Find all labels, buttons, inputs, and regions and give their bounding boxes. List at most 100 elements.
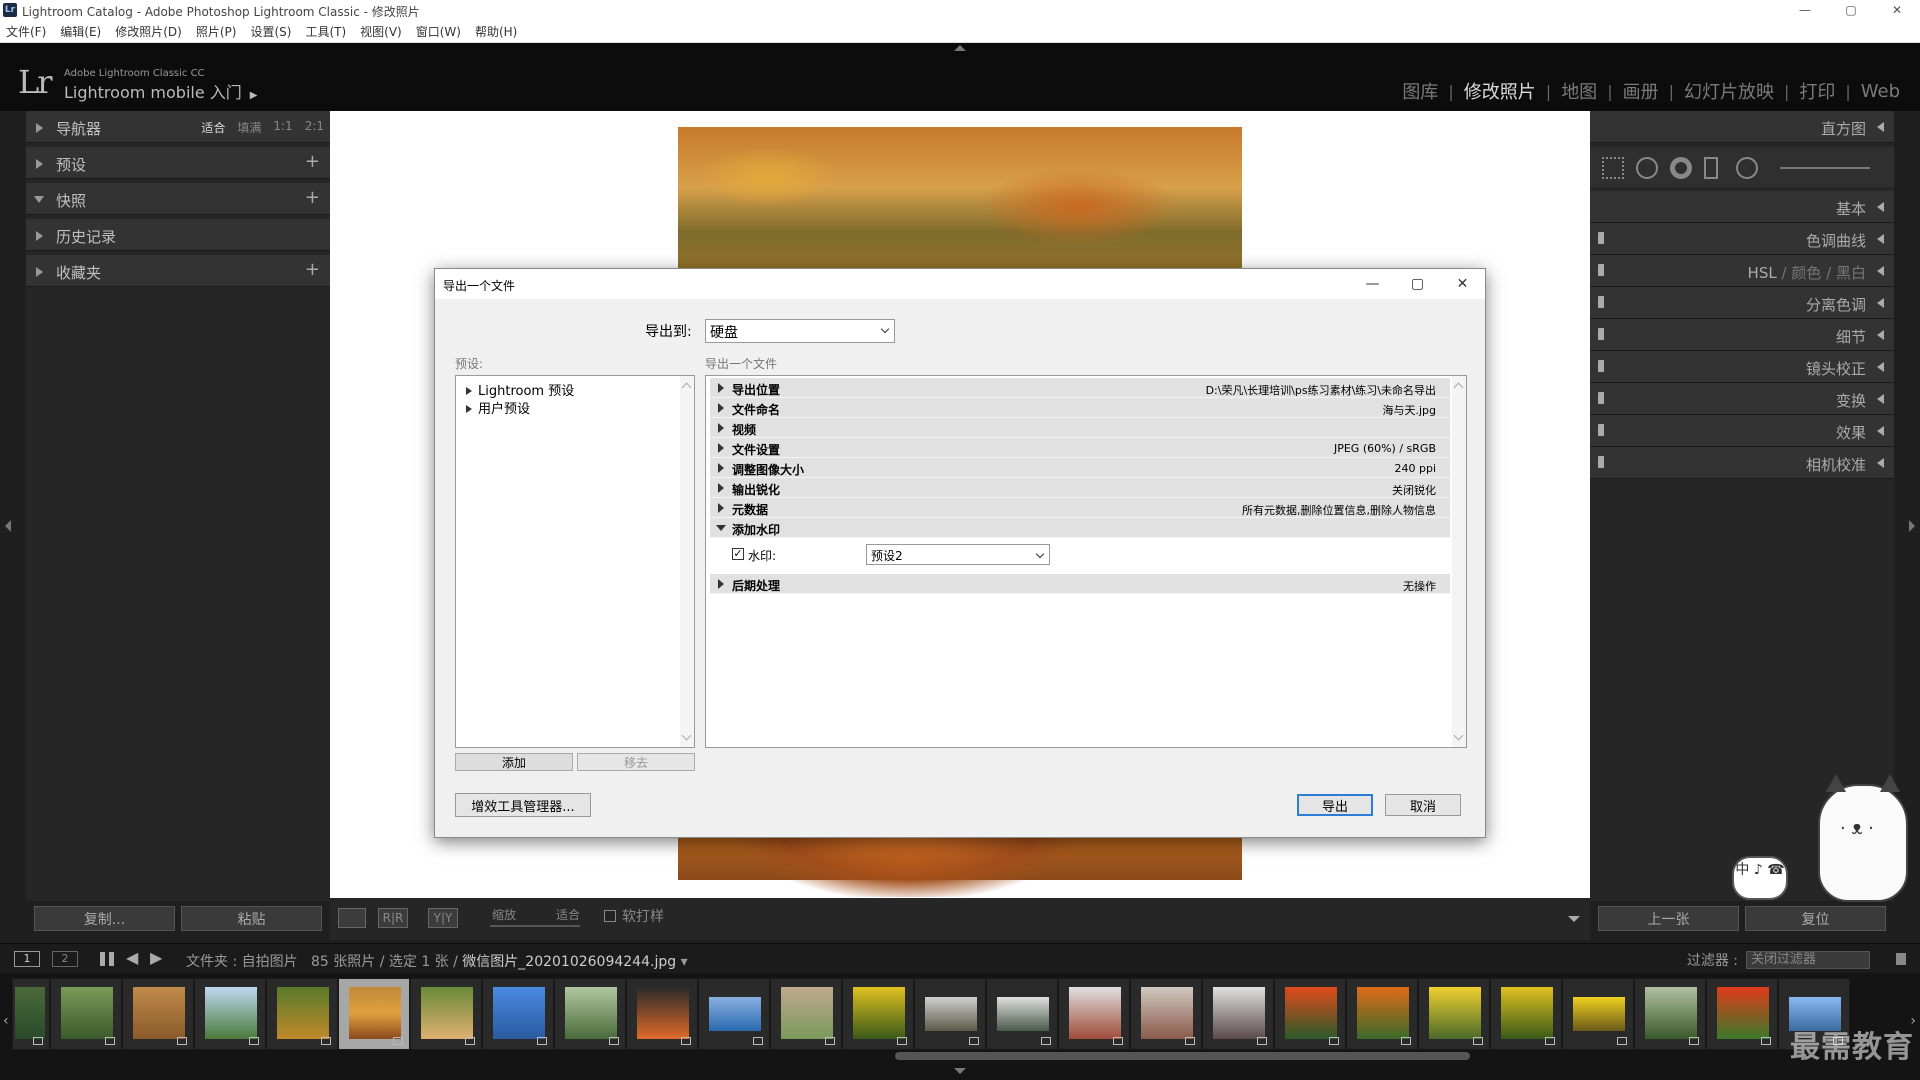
thumbnail[interactable] <box>266 978 338 1050</box>
thumbnail[interactable] <box>1274 978 1346 1050</box>
histogram-header[interactable]: 直方图 <box>1590 111 1894 143</box>
scroll-down-icon[interactable] <box>1453 730 1464 741</box>
menu-help[interactable]: 帮助(H) <box>475 21 517 42</box>
cancel-button[interactable]: 取消 <box>1385 794 1461 816</box>
grid-view-icon[interactable] <box>100 952 114 966</box>
zoom-1-1[interactable]: 1:1 <box>273 119 292 136</box>
section-post-processing[interactable]: 后期处理 无操作 <box>710 574 1450 594</box>
menu-file[interactable]: 文件(F) <box>6 21 46 42</box>
export-to-select[interactable]: 硬盘 <box>705 319 895 343</box>
menu-tools[interactable]: 工具(T) <box>305 21 346 42</box>
previous-button[interactable]: 上一张 <box>1598 906 1739 931</box>
export-button[interactable]: 导出 <box>1297 794 1373 816</box>
snapshots-header[interactable]: 快照 + <box>26 183 330 215</box>
hsl-tab[interactable]: HSL <box>1748 264 1777 282</box>
remove-preset-button[interactable]: 移去 <box>577 753 695 771</box>
before-after-tb-icon[interactable]: Y|Y <box>428 908 458 928</box>
add-preset-button[interactable]: 添加 <box>455 753 573 771</box>
filter-lock-icon[interactable] <box>1896 953 1906 965</box>
loupe-view-icon[interactable] <box>338 908 366 928</box>
close-icon[interactable]: ✕ <box>1440 269 1485 299</box>
radial-filter-icon[interactable] <box>1736 157 1758 179</box>
history-header[interactable]: 历史记录 <box>26 219 330 251</box>
paste-button[interactable]: 粘贴 <box>181 906 322 931</box>
thumbnail[interactable] <box>1490 978 1562 1050</box>
minimize-icon[interactable]: — <box>1782 0 1828 21</box>
main-screen-button[interactable]: 1 <box>14 951 40 967</box>
thumbnail[interactable] <box>698 978 770 1050</box>
thumbnail[interactable] <box>410 978 482 1050</box>
copy-button[interactable]: 复制... <box>34 906 175 931</box>
calibration-header[interactable]: 相机校准 <box>1590 447 1894 479</box>
preset-item-user[interactable]: 用户预设 <box>466 398 530 417</box>
thumbnail[interactable] <box>1130 978 1202 1050</box>
red-eye-icon[interactable] <box>1670 157 1692 179</box>
panel-switch[interactable] <box>1598 264 1604 276</box>
color-tab[interactable]: 颜色 <box>1791 264 1821 282</box>
thumbnail[interactable] <box>554 978 626 1050</box>
detail-header[interactable]: 细节 <box>1590 319 1894 351</box>
collections-header[interactable]: 收藏夹 + <box>26 255 330 287</box>
filmstrip-left-icon[interactable]: ‹ <box>3 1013 9 1029</box>
before-after-lr-icon[interactable]: R|R <box>378 908 408 928</box>
navigator-header[interactable]: 导航器 适合 填满 1:1 2:1 <box>26 111 330 143</box>
mobile-link[interactable]: Lightroom mobile 入门 ▶ <box>64 79 257 103</box>
reset-button[interactable]: 复位 <box>1745 906 1886 931</box>
add-snapshot-icon[interactable]: + <box>305 187 320 208</box>
section-watermark[interactable]: 添加水印 <box>710 518 1450 538</box>
menu-edit[interactable]: 编辑(E) <box>60 21 101 42</box>
panel-switch[interactable] <box>1598 232 1604 244</box>
zoom-slider[interactable] <box>490 925 580 927</box>
effects-header[interactable]: 效果 <box>1590 415 1894 447</box>
bw-tab[interactable]: 黑白 <box>1836 264 1866 282</box>
thumbnail[interactable] <box>482 978 554 1050</box>
thumbnail[interactable] <box>1202 978 1274 1050</box>
back-arrow-icon[interactable]: ◀ <box>126 948 138 967</box>
hsl-header[interactable]: HSL / 颜色 / 黑白 <box>1590 255 1894 287</box>
thumbnail[interactable] <box>842 978 914 1050</box>
spot-removal-icon[interactable] <box>1636 157 1658 179</box>
filmstrip-scrollbar[interactable] <box>895 1052 1470 1060</box>
graduated-filter-icon[interactable] <box>1704 157 1718 179</box>
thumbnail[interactable] <box>914 978 986 1050</box>
thumbnail[interactable] <box>1706 978 1778 1050</box>
thumbnail[interactable] <box>626 978 698 1050</box>
section-video[interactable]: 视频 <box>710 418 1450 438</box>
thumbnail[interactable] <box>50 978 122 1050</box>
thumbnail[interactable] <box>122 978 194 1050</box>
preset-scrollbar[interactable] <box>680 376 694 747</box>
close-icon[interactable]: ✕ <box>1874 0 1920 21</box>
section-metadata[interactable]: 元数据 所有元数据,删除位置信息,删除人物信息 <box>710 498 1450 518</box>
panel-switch[interactable] <box>1598 296 1604 308</box>
menu-develop[interactable]: 修改照片(D) <box>115 21 182 42</box>
module-print[interactable]: 打印 <box>1789 78 1845 104</box>
panel-switch[interactable] <box>1598 424 1604 436</box>
module-slideshow[interactable]: 幻灯片放映 <box>1674 78 1784 104</box>
maximize-icon[interactable]: ▢ <box>1828 0 1874 21</box>
collapse-top-icon[interactable] <box>954 45 966 51</box>
thumbnail[interactable] <box>1634 978 1706 1050</box>
panel-switch[interactable] <box>1598 456 1604 468</box>
menu-photo[interactable]: 照片(P) <box>196 21 237 42</box>
panel-switch[interactable] <box>1598 328 1604 340</box>
split-toning-header[interactable]: 分离色调 <box>1590 287 1894 319</box>
section-output-sharpening[interactable]: 输出锐化 关闭锐化 <box>710 478 1450 498</box>
collapse-right-icon[interactable] <box>1909 520 1915 532</box>
section-file-naming[interactable]: 文件命名 海与天.jpg <box>710 398 1450 418</box>
softproof-checkbox[interactable] <box>604 910 616 922</box>
zoom-fill[interactable]: 填满 <box>237 119 261 136</box>
plugin-manager-button[interactable]: 增效工具管理器... <box>455 793 591 817</box>
module-library[interactable]: 图库 <box>1392 78 1448 104</box>
thumbnail[interactable] <box>194 978 266 1050</box>
filter-select[interactable]: 关闭过滤器 <box>1746 951 1870 969</box>
basic-header[interactable]: 基本 <box>1590 191 1894 223</box>
thumbnail[interactable] <box>1562 978 1634 1050</box>
lens-header[interactable]: 镜头校正 <box>1590 351 1894 383</box>
filmstrip-source[interactable]: 文件夹 : 自拍图片 85 张照片 / 选定 1 张 / 微信图片_202010… <box>186 951 688 971</box>
scroll-up-icon[interactable] <box>1453 382 1464 393</box>
module-book[interactable]: 画册 <box>1613 78 1669 104</box>
crop-icon[interactable] <box>1602 157 1624 179</box>
watermark-checkbox[interactable]: ✓ <box>732 548 744 560</box>
zoom-2-1[interactable]: 2:1 <box>305 119 324 136</box>
tone-curve-header[interactable]: 色调曲线 <box>1590 223 1894 255</box>
